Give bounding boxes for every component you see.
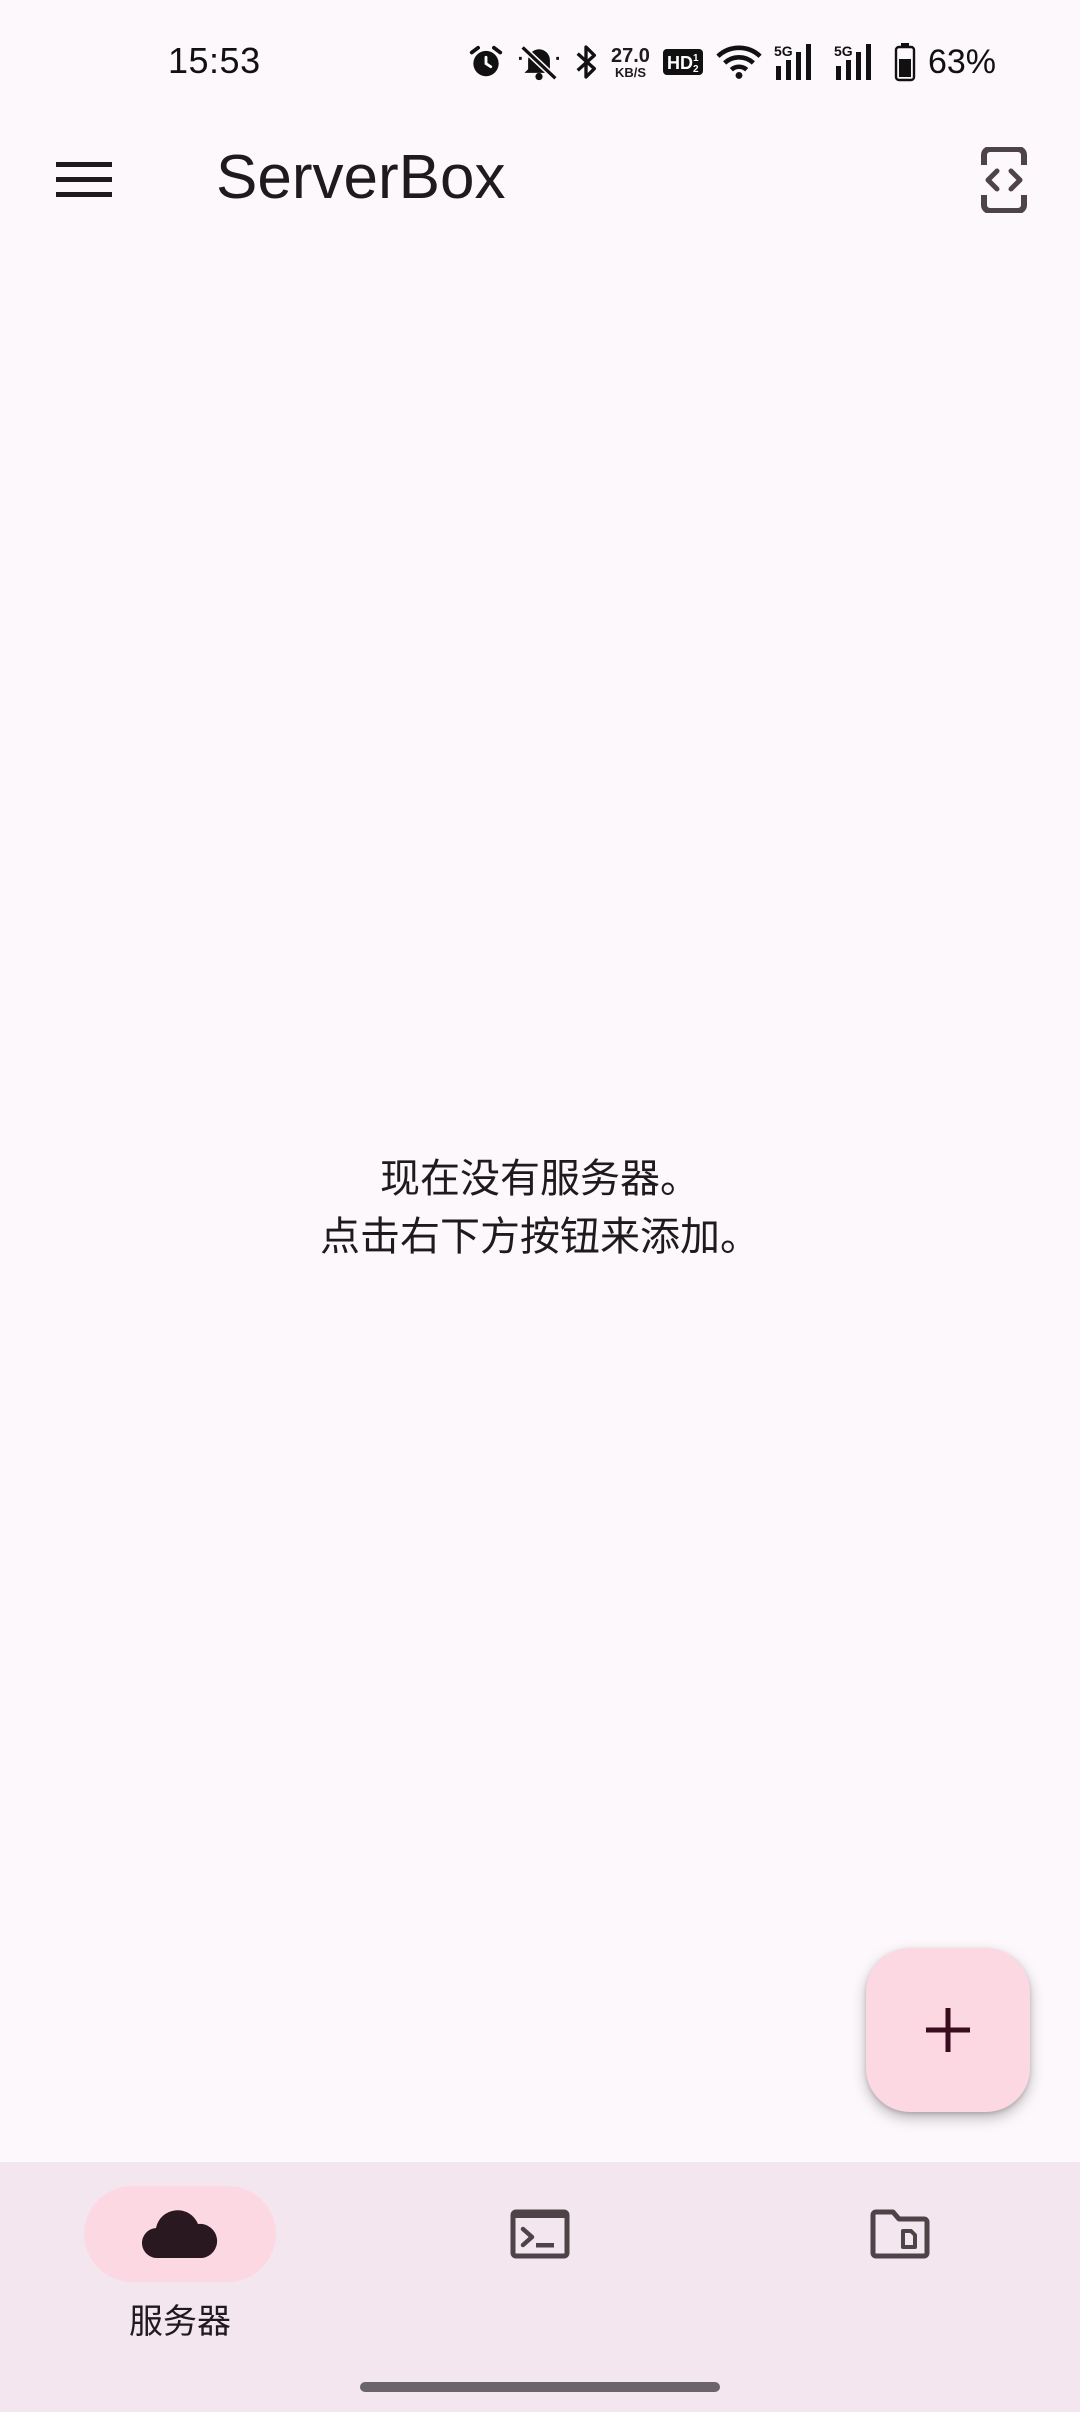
mute-icon xyxy=(517,42,561,82)
svg-text:1: 1 xyxy=(693,53,699,64)
developer-mode-icon xyxy=(981,147,1027,213)
menu-icon xyxy=(56,162,112,197)
empty-state-line-2: 点击右下方按钮来添加。 xyxy=(320,1214,760,1260)
svg-text:HD: HD xyxy=(667,53,693,73)
nav-item-servers[interactable]: 服务器 xyxy=(0,2186,360,2366)
page-title: ServerBox xyxy=(216,143,506,212)
bluetooth-icon xyxy=(573,42,599,82)
alarm-icon xyxy=(467,43,505,81)
wifi-icon xyxy=(716,44,762,80)
add-server-button[interactable] xyxy=(866,1948,1030,2112)
nav-label-servers: 服务器 xyxy=(129,2302,231,2342)
cloud-icon xyxy=(142,2210,218,2259)
plus-icon xyxy=(926,2008,970,2052)
home-indicator[interactable] xyxy=(360,2382,720,2392)
svg-text:5G: 5G xyxy=(774,43,793,59)
bottom-navigation: 服务器 xyxy=(0,2162,1080,2412)
folder-icon xyxy=(870,2209,930,2259)
nav-item-files[interactable] xyxy=(720,2186,1080,2366)
hd-voice-icon: HD 1 2 xyxy=(662,47,704,77)
signal-icon-2: 5G xyxy=(834,42,882,82)
nav-pill-files xyxy=(804,2186,996,2282)
status-bar: 15:53 27.0 KB/S HD 1 2 5G 5G 63% xyxy=(0,0,1080,120)
nav-pill-terminal xyxy=(444,2186,636,2282)
nav-active-indicator xyxy=(84,2186,276,2282)
empty-state-line-1: 现在没有服务器。 xyxy=(380,1156,700,1202)
network-speed: 27.0 KB/S xyxy=(611,44,650,80)
terminal-icon xyxy=(510,2209,570,2259)
svg-text:5G: 5G xyxy=(834,43,853,59)
battery-icon xyxy=(894,42,916,82)
app-bar: ServerBox xyxy=(0,120,1080,240)
nav-item-terminal[interactable] xyxy=(360,2186,720,2366)
status-time: 15:53 xyxy=(168,40,261,81)
developer-mode-button[interactable] xyxy=(964,144,1044,216)
signal-icon-1: 5G xyxy=(774,42,822,82)
menu-button[interactable] xyxy=(40,150,128,210)
battery-percent: 63% xyxy=(927,42,996,81)
empty-state: 现在没有服务器。 点击右下方按钮来添加。 xyxy=(0,1150,1080,1266)
svg-text:2: 2 xyxy=(693,64,699,75)
status-icons: 27.0 KB/S HD 1 2 5G 5G 63% xyxy=(467,40,996,84)
